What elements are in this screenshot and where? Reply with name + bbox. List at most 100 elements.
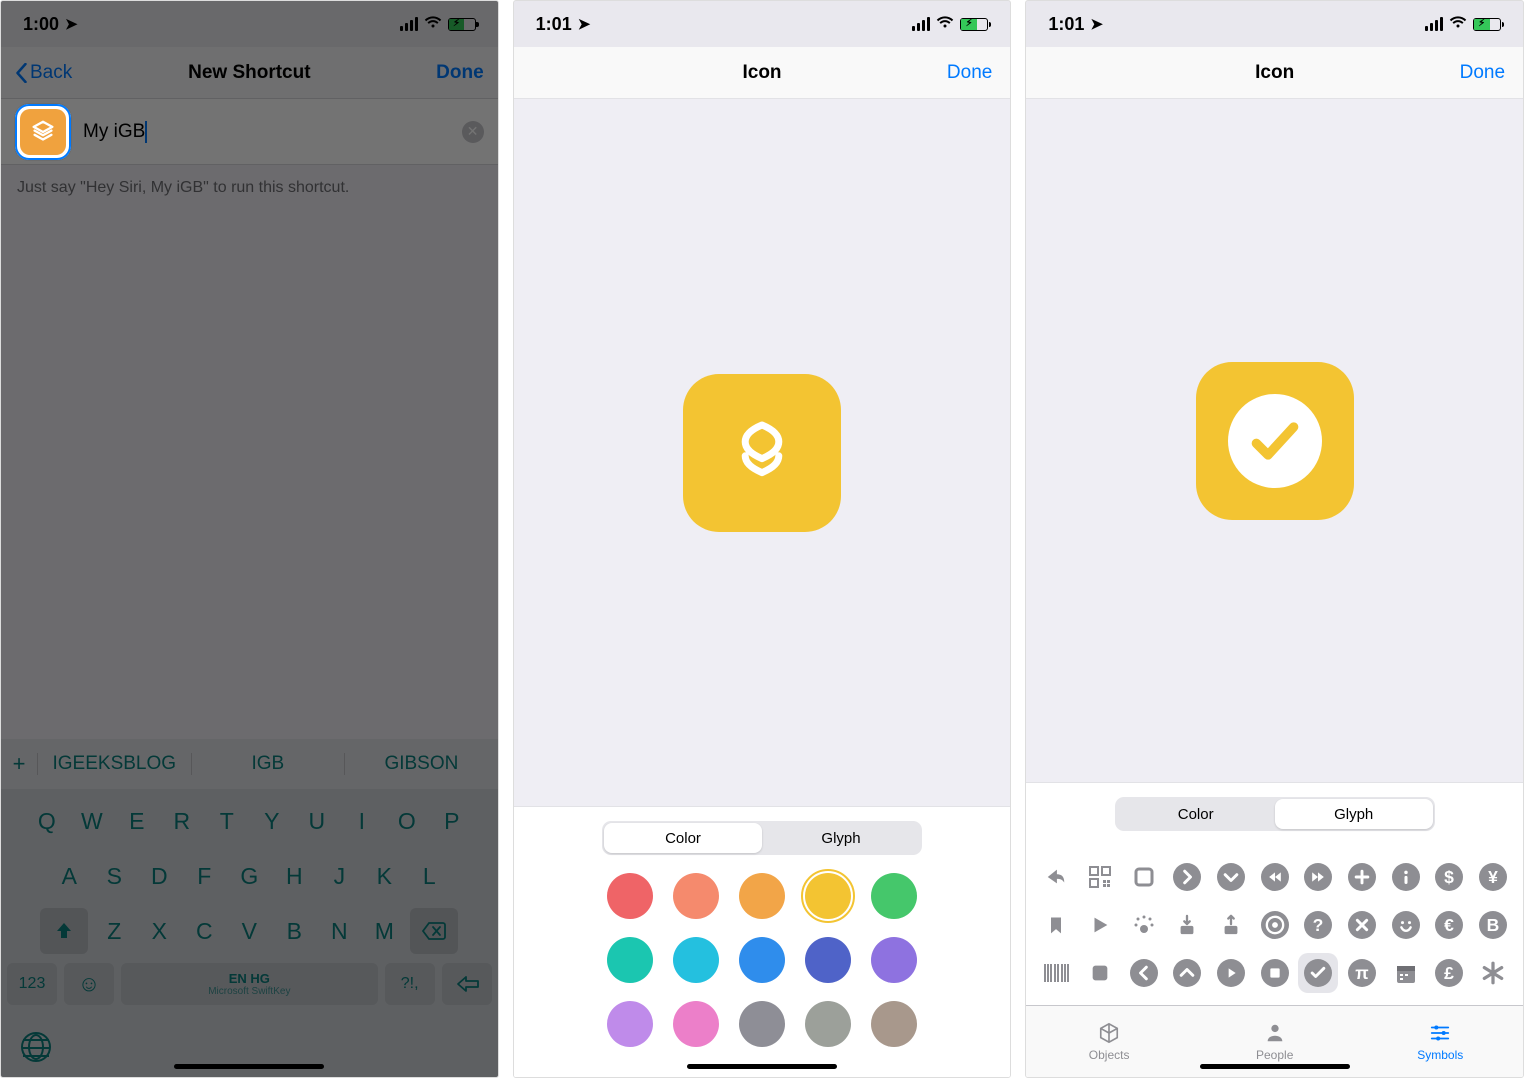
play-glyph[interactable] [1089, 914, 1111, 936]
check-glyph[interactable] [1298, 953, 1338, 993]
segment-glyph[interactable]: Glyph [1275, 799, 1433, 829]
segment-color[interactable]: Color [1117, 799, 1275, 829]
key-a[interactable]: A [50, 853, 88, 899]
predict-add-button[interactable]: + [1, 751, 37, 777]
return-key[interactable] [442, 963, 492, 1005]
info-glyph[interactable] [1392, 863, 1420, 891]
key-z[interactable]: Z [95, 908, 133, 954]
plus-glyph[interactable] [1348, 863, 1376, 891]
home-indicator[interactable] [1200, 1064, 1350, 1069]
segment-color[interactable]: Color [604, 823, 762, 853]
key-f[interactable]: F [185, 853, 223, 899]
key-c[interactable]: C [185, 908, 223, 954]
play-circle-glyph[interactable] [1217, 959, 1245, 987]
key-q[interactable]: Q [28, 798, 66, 844]
square-glyph[interactable] [1132, 865, 1156, 889]
color-swatch[interactable] [871, 1001, 917, 1047]
color-swatch[interactable] [739, 937, 785, 983]
key-b[interactable]: B [275, 908, 313, 954]
touch-glyph[interactable] [1132, 913, 1156, 937]
shortcut-icon-button[interactable] [15, 104, 71, 160]
key-n[interactable]: N [320, 908, 358, 954]
home-indicator[interactable] [174, 1064, 324, 1069]
tab-symbols[interactable]: Symbols [1357, 1006, 1523, 1077]
bitcoin-glyph[interactable]: B [1479, 911, 1507, 939]
key-k[interactable]: K [365, 853, 403, 899]
key-m[interactable]: M [365, 908, 403, 954]
qr-glyph[interactable] [1088, 865, 1112, 889]
color-swatch[interactable] [871, 937, 917, 983]
key-o[interactable]: O [388, 798, 426, 844]
stop-square-glyph[interactable] [1089, 962, 1111, 984]
key-p[interactable]: P [433, 798, 471, 844]
pound-glyph[interactable]: £ [1435, 959, 1463, 987]
euro-glyph[interactable]: € [1435, 911, 1463, 939]
predict-word-3[interactable]: GIBSON [344, 753, 498, 775]
share-arrow-glyph[interactable] [1043, 866, 1069, 888]
color-swatch[interactable] [739, 873, 785, 919]
color-swatch[interactable] [607, 937, 653, 983]
key-u[interactable]: U [298, 798, 336, 844]
segment-control[interactable]: Color Glyph [1115, 797, 1435, 831]
asterisk-glyph[interactable] [1480, 960, 1506, 986]
key-t[interactable]: T [208, 798, 246, 844]
yen-glyph[interactable]: ¥ [1479, 863, 1507, 891]
forward-glyph[interactable] [1304, 863, 1332, 891]
shift-key[interactable] [40, 908, 88, 954]
color-swatch[interactable] [805, 873, 851, 919]
segment-glyph[interactable]: Glyph [762, 823, 920, 853]
color-swatch[interactable] [871, 873, 917, 919]
color-swatch[interactable] [607, 873, 653, 919]
delete-key[interactable] [410, 908, 458, 954]
color-swatch[interactable] [673, 873, 719, 919]
key-y[interactable]: Y [253, 798, 291, 844]
question-glyph[interactable]: ? [1304, 911, 1332, 939]
rewind-glyph[interactable] [1261, 863, 1289, 891]
segment-control[interactable]: Color Glyph [602, 821, 922, 855]
color-swatch[interactable] [673, 937, 719, 983]
emoji-key[interactable]: ☺ [64, 963, 114, 1005]
calendar-glyph[interactable] [1394, 961, 1418, 985]
target-glyph[interactable] [1261, 911, 1289, 939]
smile-glyph[interactable] [1392, 911, 1420, 939]
pi-glyph[interactable]: π [1348, 959, 1376, 987]
punct-key[interactable]: ?!, [385, 963, 435, 1005]
key-l[interactable]: L [410, 853, 448, 899]
key-v[interactable]: V [230, 908, 268, 954]
chevron-up-glyph[interactable] [1173, 959, 1201, 987]
color-swatch[interactable] [805, 1001, 851, 1047]
done-button[interactable]: Done [436, 62, 484, 84]
bookmark-glyph[interactable] [1046, 913, 1066, 937]
stop-circle-glyph[interactable] [1261, 959, 1289, 987]
upload-glyph[interactable] [1220, 913, 1242, 937]
done-button[interactable]: Done [1460, 62, 1505, 84]
key-j[interactable]: J [320, 853, 358, 899]
chevron-left-glyph[interactable] [1130, 959, 1158, 987]
color-swatch[interactable] [607, 1001, 653, 1047]
key-h[interactable]: H [275, 853, 313, 899]
key-g[interactable]: G [230, 853, 268, 899]
key-x[interactable]: X [140, 908, 178, 954]
key-w[interactable]: W [73, 798, 111, 844]
back-button[interactable]: Back [15, 62, 72, 84]
key-d[interactable]: D [140, 853, 178, 899]
home-indicator[interactable] [687, 1064, 837, 1069]
shortcut-name-input[interactable]: My iGB [83, 121, 145, 143]
key-r[interactable]: R [163, 798, 201, 844]
tab-objects[interactable]: Objects [1026, 1006, 1192, 1077]
color-swatch[interactable] [739, 1001, 785, 1047]
download-glyph[interactable] [1176, 913, 1198, 937]
done-button[interactable]: Done [947, 62, 992, 84]
barcode-glyph[interactable] [1043, 962, 1069, 984]
numbers-key[interactable]: 123 [7, 963, 57, 1005]
globe-icon[interactable] [21, 1032, 51, 1062]
predict-word-2[interactable]: IGB [191, 753, 345, 775]
chevron-down-glyph[interactable] [1217, 863, 1245, 891]
clear-icon[interactable]: ✕ [462, 121, 484, 143]
color-swatch[interactable] [673, 1001, 719, 1047]
predict-word-1[interactable]: IGEEKSBLOG [37, 753, 191, 775]
x-glyph[interactable] [1348, 911, 1376, 939]
dollar-glyph[interactable]: $ [1435, 863, 1463, 891]
key-e[interactable]: E [118, 798, 156, 844]
color-swatch[interactable] [805, 937, 851, 983]
